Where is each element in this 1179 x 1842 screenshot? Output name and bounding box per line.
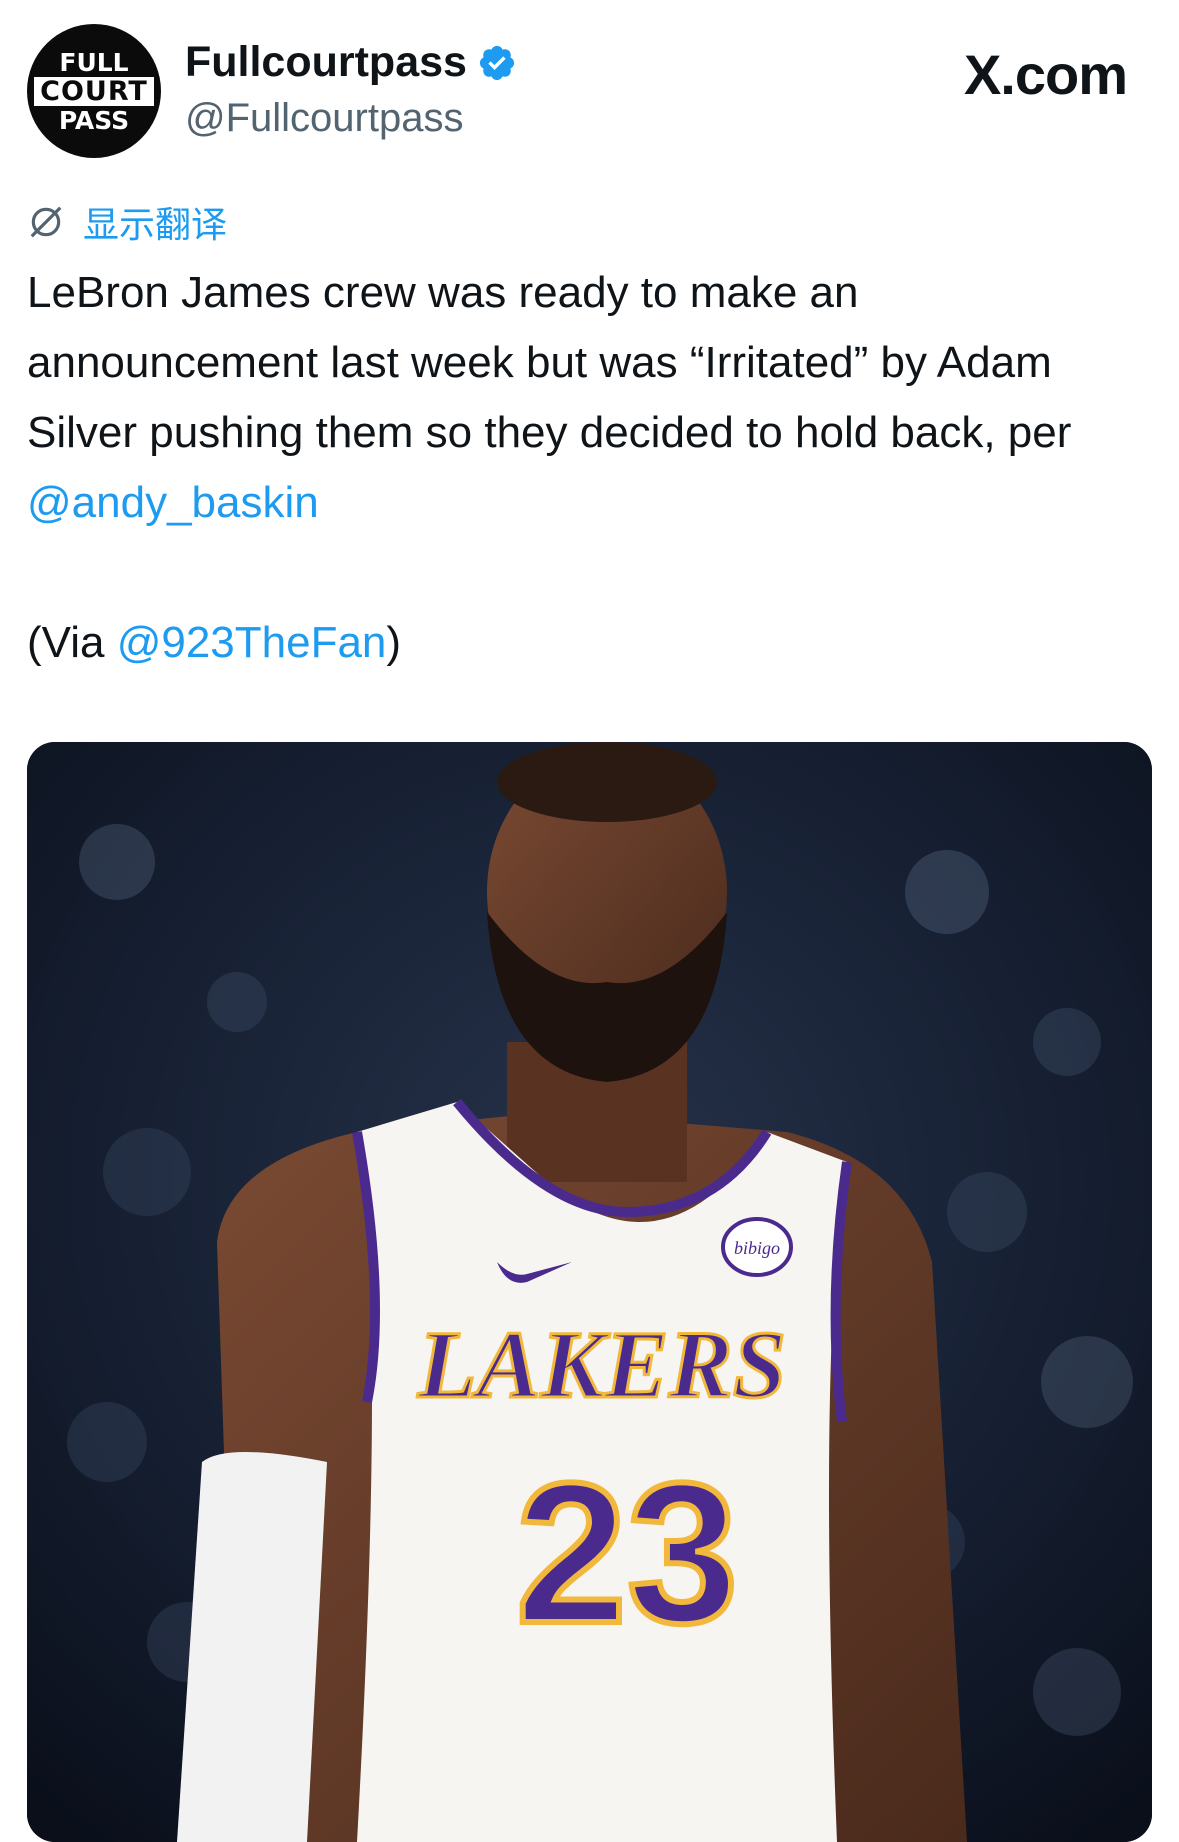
author-handle[interactable]: @Fullcourtpass — [185, 96, 463, 141]
tweet-header: FULL COURT PASS Fullcourtpass @Fullcourt… — [0, 0, 1179, 170]
player-photo: bibigo LAKERS 23 — [27, 742, 1152, 1842]
via-prefix: (Via — [27, 618, 117, 667]
mention-link-923thefan[interactable]: @923TheFan — [117, 618, 387, 667]
jersey-team-name: LAKERS — [417, 1311, 786, 1418]
avatar-text-line-1: FULL — [59, 47, 129, 77]
tweet-body-text: LeBron James crew was ready to make an a… — [27, 268, 1072, 457]
avatar-text-line-2: COURT — [34, 76, 154, 106]
show-translation-label[interactable]: 显示翻译 — [83, 196, 227, 248]
tweet-media-photo[interactable]: bibigo LAKERS 23 — [27, 742, 1152, 1842]
avatar-text-line-3: PASS — [58, 105, 130, 135]
tweet-text: LeBron James crew was ready to make an a… — [27, 258, 1147, 678]
avatar[interactable]: FULL COURT PASS — [27, 24, 161, 158]
display-name[interactable]: Fullcourtpass — [185, 38, 467, 87]
jersey-number: 23 — [516, 1442, 738, 1665]
tweet-body: LeBron James crew was ready to make an a… — [27, 258, 1147, 538]
brand-watermark: X.com — [963, 43, 1128, 106]
author-name-row[interactable]: Fullcourtpass — [185, 38, 517, 87]
verified-badge-icon — [479, 45, 515, 80]
mention-link-andy-baskin[interactable]: @andy_baskin — [27, 478, 319, 527]
via-suffix: ) — [386, 618, 402, 667]
sponsor-patch-text: bibigo — [734, 1238, 780, 1258]
player-hair — [497, 742, 717, 822]
arm-sleeve — [177, 1452, 327, 1842]
show-translation-button[interactable]: 显示翻译 — [27, 196, 227, 248]
tweet-via: (Via @923TheFan) — [27, 608, 1147, 678]
no-translate-icon — [30, 206, 62, 238]
